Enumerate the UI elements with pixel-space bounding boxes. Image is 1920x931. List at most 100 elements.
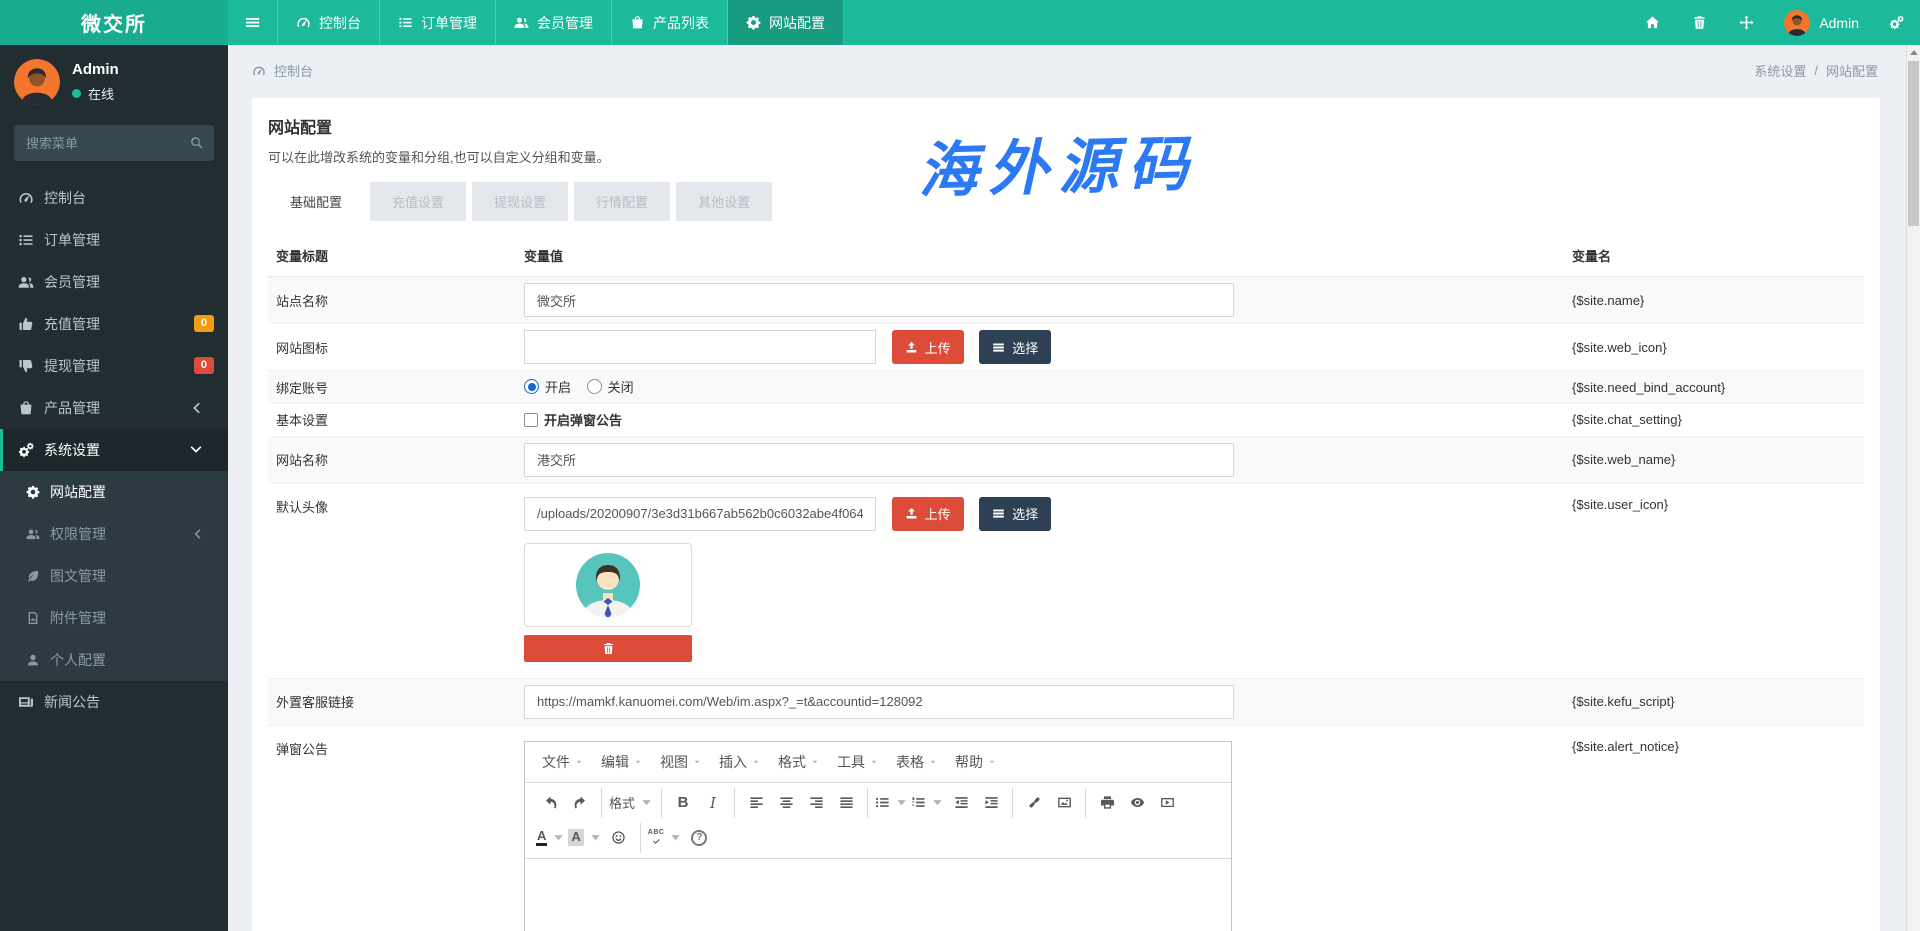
- control-sidebar-button[interactable]: [1873, 0, 1920, 45]
- site-name-input[interactable]: [524, 283, 1234, 317]
- nav-item-members[interactable]: 会员管理: [496, 0, 612, 45]
- sidebar-item-site-config[interactable]: 网站配置: [0, 471, 228, 513]
- align-left-button[interactable]: [742, 790, 770, 816]
- upload-button[interactable]: 上传: [892, 497, 964, 531]
- search-input[interactable]: [14, 125, 214, 161]
- editor-toolbar-row1: 格式 B I: [525, 783, 1231, 823]
- app-logo[interactable]: 微交所: [0, 0, 228, 45]
- sidebar-item-recharge[interactable]: 充值管理0: [0, 303, 228, 345]
- sidebar-item-news[interactable]: 新闻公告: [0, 681, 228, 723]
- upload-icon: [905, 341, 918, 354]
- tab-market-config[interactable]: 行情配置: [574, 182, 670, 221]
- align-justify-button[interactable]: [832, 790, 860, 816]
- choose-button[interactable]: 选择: [979, 497, 1051, 531]
- shopping-bag-icon: [630, 15, 645, 30]
- breadcrumb[interactable]: 控制台: [252, 61, 313, 80]
- nav-item-products[interactable]: 产品列表: [612, 0, 728, 45]
- outdent-button[interactable]: [947, 790, 975, 816]
- undo-button[interactable]: [536, 790, 564, 816]
- italic-button[interactable]: I: [699, 790, 727, 816]
- nav-item-orders[interactable]: 订单管理: [380, 0, 496, 45]
- row-varname: {$site.user_icon}: [1564, 483, 1864, 678]
- insert-media-button[interactable]: [1153, 790, 1181, 816]
- kefu-link-input[interactable]: [524, 685, 1234, 719]
- editor-menu-table[interactable]: 表格: [887, 746, 946, 778]
- sidebar-item-orders[interactable]: 订单管理: [0, 219, 228, 261]
- caret-down-icon: [894, 795, 909, 810]
- clear-cache-button[interactable]: [1676, 0, 1723, 45]
- file-image-icon: [26, 611, 40, 625]
- sidebar-item-articles[interactable]: 图文管理: [0, 555, 228, 597]
- text-color-button[interactable]: A: [536, 825, 566, 851]
- tab-other-settings[interactable]: 其他设置: [676, 182, 772, 221]
- help-button[interactable]: ?: [685, 825, 713, 851]
- numbered-list-button[interactable]: [911, 790, 945, 816]
- radio-on[interactable]: [524, 379, 539, 394]
- spellcheck-button[interactable]: ABC: [648, 825, 684, 851]
- scrollbar[interactable]: [1906, 45, 1920, 931]
- nav-item-dashboard[interactable]: 控制台: [278, 0, 380, 45]
- user-menu[interactable]: Admin: [1770, 10, 1873, 36]
- sidebar-item-products[interactable]: 产品管理: [0, 387, 228, 429]
- editor-menu-format[interactable]: 格式: [769, 746, 828, 778]
- link-button[interactable]: [1020, 790, 1048, 816]
- column-header-varname: 变量名: [1564, 235, 1864, 277]
- page-description: 可以在此增改系统的变量和分组,也可以自定义分组和变量。: [268, 147, 1864, 166]
- preview-button[interactable]: [1123, 790, 1151, 816]
- home-button[interactable]: [1629, 0, 1676, 45]
- background-color-button[interactable]: A: [568, 825, 602, 851]
- emoticons-button[interactable]: [605, 825, 633, 851]
- choose-button[interactable]: 选择: [979, 330, 1051, 364]
- sidebar-item-system-settings[interactable]: 系统设置: [0, 429, 228, 471]
- sidebar-item-attachments[interactable]: 附件管理: [0, 597, 228, 639]
- bold-button[interactable]: B: [669, 790, 697, 816]
- popup-notice-checkbox-option[interactable]: 开启弹窗公告: [524, 410, 622, 429]
- indent-button[interactable]: [977, 790, 1005, 816]
- bullet-list-button[interactable]: [875, 790, 909, 816]
- sidebar-item-members[interactable]: 会员管理: [0, 261, 228, 303]
- row-title: 外置客服链接: [268, 678, 516, 725]
- align-center-button[interactable]: [772, 790, 800, 816]
- row-varname: {$site.kefu_script}: [1564, 678, 1864, 725]
- insert-image-button[interactable]: [1050, 790, 1078, 816]
- editor-menu-insert[interactable]: 插入: [710, 746, 769, 778]
- caret-down-icon: [668, 830, 683, 845]
- web-name-input[interactable]: [524, 443, 1234, 477]
- web-icon-input[interactable]: [524, 330, 876, 364]
- editor-menu-tools[interactable]: 工具: [828, 746, 887, 778]
- radio-option-on[interactable]: 开启: [524, 377, 571, 396]
- sidebar-item-dashboard[interactable]: 控制台: [0, 177, 228, 219]
- list-icon: [398, 15, 413, 30]
- scrollbar-thumb[interactable]: [1908, 61, 1919, 226]
- align-right-button[interactable]: [802, 790, 830, 816]
- check-icon: [652, 837, 661, 846]
- editor-content-area[interactable]: [525, 858, 1231, 931]
- sidebar-item-permissions[interactable]: 权限管理: [0, 513, 228, 555]
- thumbs-up-icon: [18, 316, 34, 332]
- radio-off[interactable]: [587, 379, 602, 394]
- row-title: 默认头像: [268, 483, 516, 678]
- delete-avatar-button[interactable]: [524, 635, 692, 662]
- editor-menu-help[interactable]: 帮助: [946, 746, 1005, 778]
- print-button[interactable]: [1093, 790, 1121, 816]
- editor-menu-view[interactable]: 视图: [651, 746, 710, 778]
- editor-menu-edit[interactable]: 编辑: [592, 746, 651, 778]
- scrollbar-up-arrow[interactable]: [1907, 45, 1920, 60]
- default-avatar-input[interactable]: [524, 497, 876, 531]
- editor-menu-file[interactable]: 文件: [533, 746, 592, 778]
- search-icon[interactable]: [190, 136, 204, 150]
- tab-recharge-settings[interactable]: 充值设置: [370, 182, 466, 221]
- redo-button[interactable]: [566, 790, 594, 816]
- sidebar-toggle-button[interactable]: [228, 0, 278, 45]
- fullscreen-button[interactable]: [1723, 0, 1770, 45]
- format-select[interactable]: 格式: [609, 790, 654, 816]
- tab-withdraw-settings[interactable]: 提现设置: [472, 182, 568, 221]
- popup-notice-checkbox[interactable]: [524, 413, 538, 427]
- tab-basic-config[interactable]: 基础配置: [268, 182, 364, 221]
- radio-option-off[interactable]: 关闭: [587, 377, 634, 396]
- upload-button[interactable]: 上传: [892, 330, 964, 364]
- nav-item-site-config[interactable]: 网站配置: [728, 0, 844, 45]
- sidebar-item-profile[interactable]: 个人配置: [0, 639, 228, 681]
- sidebar-item-withdraw[interactable]: 提现管理0: [0, 345, 228, 387]
- align-left-icon: [749, 795, 764, 810]
